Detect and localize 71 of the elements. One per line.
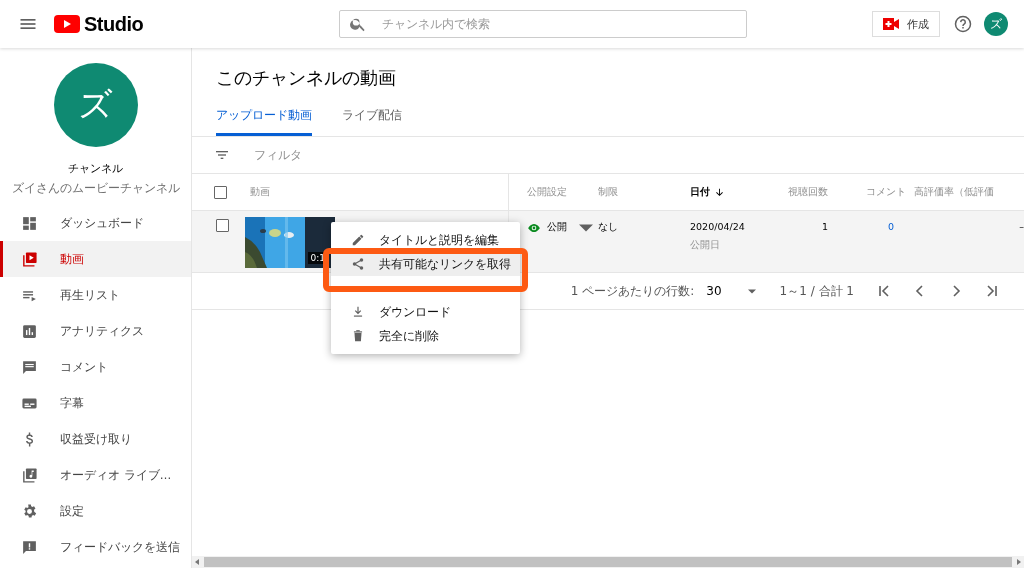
sidebar-label: オーディオ ライブ… [60, 467, 172, 483]
sidebar-label: フィードバックを送信 [60, 539, 180, 555]
sidebar-item[interactable]: 字幕 [0, 385, 191, 421]
share-icon [351, 257, 365, 271]
sidebar-item[interactable]: 再生リスト [0, 277, 191, 313]
trash-icon [351, 329, 365, 343]
page-range: 1～1 / 合計 1 [779, 282, 854, 300]
comment-count[interactable]: 0 [887, 221, 894, 232]
date-note: 公開日 [690, 238, 721, 252]
channel-subtitle: ズイさんのムービーチャンネル [11, 180, 180, 197]
sidebar-label: コメント [60, 359, 108, 375]
next-page-icon[interactable] [950, 285, 962, 297]
feedback-icon [21, 538, 38, 556]
pencil-icon [351, 233, 365, 247]
rating-text: – [1019, 221, 1024, 234]
caret-icon[interactable] [747, 288, 756, 294]
sidebar-item[interactable]: オーディオ ライブ… [0, 457, 191, 493]
sidebar-label: アナリティクス [60, 323, 144, 339]
menu-item[interactable]: ダウンロード [331, 300, 520, 324]
sidebar-label: ダッシュボード [60, 215, 144, 231]
help-icon[interactable] [954, 15, 972, 33]
caret-icon [579, 222, 593, 233]
sort-arrow-icon[interactable] [714, 186, 725, 198]
search-field[interactable]: チャンネル内で検索 [339, 10, 748, 38]
create-button[interactable]: 作成 [872, 11, 940, 37]
music-library-icon [21, 466, 38, 484]
download-icon [351, 305, 365, 319]
sidebar-label: 再生リスト [60, 287, 120, 303]
bar-chart-icon [21, 322, 38, 340]
sidebar-label: 設定 [60, 503, 84, 519]
sidebar-item[interactable]: 収益受け取り [0, 421, 191, 457]
logo-text[interactable]: Studio [84, 12, 144, 36]
settings-icon [21, 502, 38, 520]
menu-item[interactable]: 共有可能なリンクを取得 [331, 252, 520, 276]
account-avatar[interactable]: ズ [984, 12, 1008, 36]
previous-page-icon[interactable] [914, 285, 926, 297]
rows-per-page-label: 1 ページあたりの行数: [570, 282, 695, 300]
video-camera-icon [883, 18, 899, 30]
sidebar-item[interactable]: アナリティクス [0, 313, 191, 349]
select-all-checkbox[interactable] [214, 185, 227, 199]
scroll-right-icon[interactable] [1017, 559, 1021, 565]
sidebar-item[interactable]: コメント [0, 349, 191, 385]
horizontal-scrollbar[interactable] [192, 556, 1024, 568]
tab[interactable]: アップロード動画 [216, 108, 312, 136]
sidebar-label: 動画 [60, 251, 84, 267]
sidebar-item[interactable]: 動画 [0, 241, 191, 277]
menu-item[interactable]: タイトルと説明を編集 [331, 228, 520, 252]
row-checkbox[interactable] [216, 219, 229, 232]
scroll-left-icon[interactable] [195, 559, 199, 565]
sidebar-item[interactable]: ダッシュボード [0, 205, 191, 241]
sidebar-item[interactable]: 設定 [0, 493, 191, 529]
menu-item[interactable]: 完全に削除 [331, 324, 520, 348]
dashboard-icon [21, 214, 38, 232]
video-library-icon [21, 250, 38, 268]
sidebar-item[interactable]: フィードバックを送信 [0, 529, 191, 565]
first-page-icon[interactable] [878, 285, 890, 297]
restriction-text: なし [598, 221, 618, 232]
eye-icon [527, 222, 541, 233]
sidebar-label: 収益受け取り [60, 431, 132, 447]
last-page-icon[interactable] [986, 285, 998, 297]
page-title: このチャンネルの動画 [215, 66, 397, 90]
play-logo-icon[interactable] [54, 15, 80, 33]
channel-name: チャンネル [68, 161, 123, 176]
visibility-dropdown[interactable]: 公開 [527, 221, 593, 234]
tab[interactable]: ライブ配信 [342, 108, 402, 136]
comment-icon [21, 358, 38, 376]
view-count: 1 [821, 221, 828, 232]
channel-avatar[interactable]: ズ [53, 63, 138, 147]
rows-per-page-select[interactable]: 30 [706, 284, 722, 298]
sidebar-label: 字幕 [60, 395, 84, 411]
date-text: 2020/04/24 [690, 221, 745, 232]
